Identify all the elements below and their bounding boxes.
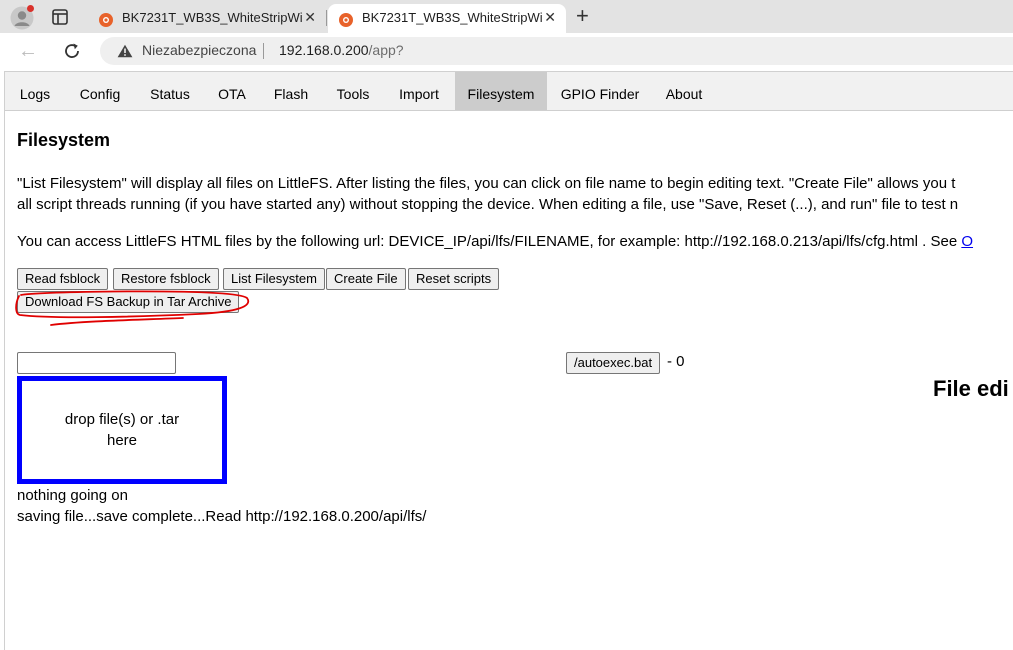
browser-tab-title: BK7231T_WB3S_WhiteStripWindows xyxy=(362,10,542,25)
security-status[interactable]: Niezabezpieczona xyxy=(142,42,256,58)
tab-ota[interactable]: OTA xyxy=(205,72,259,110)
log-text: saving file...save complete...Read http:… xyxy=(17,508,427,525)
page-title: Filesystem xyxy=(17,130,111,150)
divider xyxy=(263,43,264,59)
favicon-gear-icon xyxy=(98,10,114,27)
red-annotation-circle xyxy=(15,290,250,326)
tab-status[interactable]: Status xyxy=(135,72,205,110)
notification-dot xyxy=(27,5,34,12)
tab-search-icon[interactable] xyxy=(50,7,70,27)
tab-flash[interactable]: Flash xyxy=(259,72,323,110)
browser-tab-2[interactable]: BK7231T_WB3S_WhiteStripWindows ✕ xyxy=(328,4,566,33)
app-tab-bar: Logs Config Status OTA Flash Tools Impor… xyxy=(5,72,1013,111)
tab-gpio-finder[interactable]: GPIO Finder xyxy=(547,72,653,110)
file-editor-heading: File edi xyxy=(933,376,1009,401)
tab-config[interactable]: Config xyxy=(65,72,135,110)
file-autoexec-button[interactable]: /autoexec.bat xyxy=(566,352,661,374)
tab-import[interactable]: Import xyxy=(383,72,455,110)
restore-fsblock-button[interactable]: Restore fsblock xyxy=(113,268,219,290)
docs-link[interactable]: O xyxy=(961,233,973,250)
description-line-1: "List Filesystem" will display all files… xyxy=(17,175,956,192)
tab-divider xyxy=(326,10,327,26)
web-page: Logs Config Status OTA Flash Tools Impor… xyxy=(4,71,1013,650)
tab-about[interactable]: About xyxy=(653,72,715,110)
favicon-gear-icon xyxy=(338,10,354,27)
status-text: nothing going on xyxy=(17,487,128,504)
browser-tab-1[interactable]: BK7231T_WB3S_WhiteStripWindows ✕ xyxy=(88,4,326,33)
browser-tab-title: BK7231T_WB3S_WhiteStripWindows xyxy=(122,10,302,25)
new-tab-button[interactable]: + xyxy=(576,4,589,28)
warning-icon[interactable] xyxy=(117,44,133,58)
read-fsblock-button[interactable]: Read fsblock xyxy=(17,268,109,290)
back-arrow-icon[interactable]: ← xyxy=(18,40,38,63)
browser-toolbar: ← Niezabezpieczona 192.168.0.200/app? xyxy=(0,33,1013,70)
tab-filesystem[interactable]: Filesystem xyxy=(455,72,547,110)
profile-icon[interactable] xyxy=(10,5,34,30)
close-icon[interactable]: ✕ xyxy=(304,4,316,31)
tab-tools[interactable]: Tools xyxy=(323,72,383,110)
url-host: 192.168.0.200 xyxy=(279,42,369,58)
browser-tab-strip: BK7231T_WB3S_WhiteStripWindows ✕ BK7231T… xyxy=(0,0,1013,33)
drop-zone-label: drop file(s) or .tar here xyxy=(64,411,180,449)
reset-scripts-button[interactable]: Reset scripts xyxy=(408,268,500,290)
filename-input[interactable] xyxy=(17,352,176,374)
address-bar[interactable]: Niezabezpieczona 192.168.0.200/app? xyxy=(100,37,1013,65)
url-text[interactable]: 192.168.0.200/app? xyxy=(279,42,404,58)
list-filesystem-button[interactable]: List Filesystem xyxy=(223,268,325,290)
file-size-text: - 0 xyxy=(667,353,685,370)
reload-icon[interactable] xyxy=(61,40,83,62)
url-help-body: You can access LittleFS HTML files by th… xyxy=(17,233,962,250)
file-drop-zone[interactable]: drop file(s) or .tar here xyxy=(17,376,227,484)
url-path: /app? xyxy=(368,42,404,58)
tab-logs[interactable]: Logs xyxy=(5,72,65,110)
description-line-2: all script threads running (if you have … xyxy=(17,196,959,213)
create-file-button[interactable]: Create File xyxy=(326,268,406,290)
url-help-text: You can access LittleFS HTML files by th… xyxy=(17,232,973,252)
close-icon[interactable]: ✕ xyxy=(544,4,556,31)
